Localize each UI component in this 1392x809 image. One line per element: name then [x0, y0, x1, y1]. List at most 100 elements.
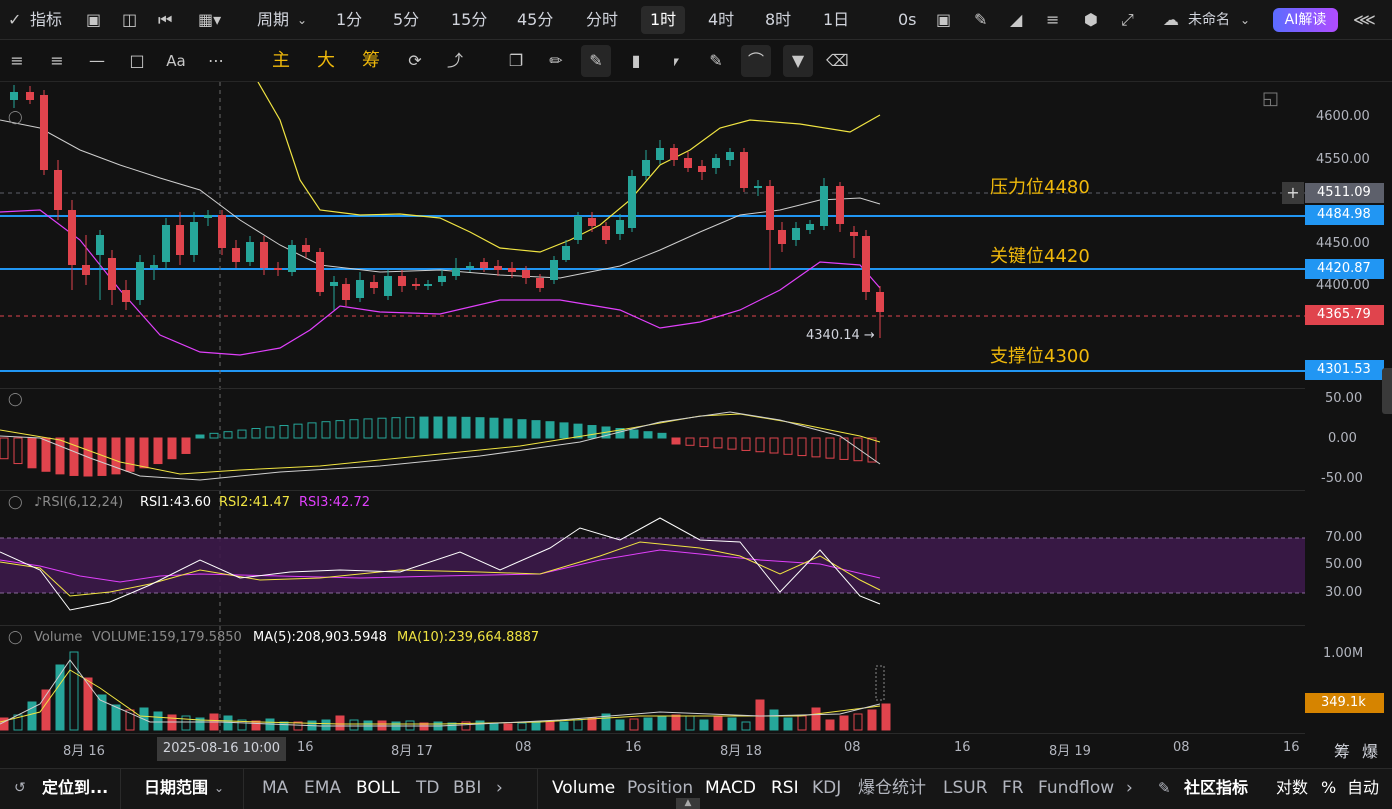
- tf-45m[interactable]: 45分: [517, 0, 553, 40]
- volume-bar: [671, 714, 681, 731]
- chevron-down-icon[interactable]: ⌄: [297, 0, 307, 40]
- edit-icon[interactable]: ✎: [705, 40, 727, 82]
- pencil-icon[interactable]: ✎: [974, 0, 987, 40]
- menu-icon[interactable]: ≡: [6, 40, 28, 82]
- key-level-annotation[interactable]: 关键位4420: [990, 242, 1090, 268]
- indicator-boll[interactable]: BOLL: [356, 769, 400, 809]
- ruler-icon[interactable]: ✏: [545, 40, 567, 82]
- indicators-button[interactable]: 指标: [30, 0, 62, 40]
- panel-collapse-handle[interactable]: ▲: [676, 798, 700, 809]
- locate-button[interactable]: 定位到...: [42, 769, 108, 809]
- indicator-ma[interactable]: MA: [262, 769, 288, 809]
- tf-4h[interactable]: 4时: [708, 0, 734, 40]
- collapse-icon[interactable]: ◯: [8, 392, 23, 407]
- trash-icon[interactable]: ⌫: [826, 40, 849, 82]
- candle-type-icon[interactable]: ▦▾: [198, 0, 221, 40]
- more-icon[interactable]: ⋯: [204, 40, 228, 82]
- locate-icon[interactable]: ↺: [14, 769, 26, 809]
- chevron-down-icon[interactable]: ⌄: [214, 769, 224, 809]
- lock-icon[interactable]: ⎖: [665, 40, 687, 82]
- fullscreen-icon[interactable]: ⤢: [1121, 0, 1134, 40]
- tf-timeshare[interactable]: 分时: [586, 0, 618, 40]
- sub-rsi[interactable]: RSI: [771, 769, 799, 809]
- chevron-down-icon[interactable]: ⌄: [1240, 0, 1250, 40]
- collapse-icon[interactable]: ◯: [8, 495, 23, 510]
- big-order-toggle[interactable]: 大: [315, 40, 337, 82]
- candle-body: [508, 268, 516, 272]
- edit-icon[interactable]: ✎: [1158, 769, 1171, 809]
- chevron-right-icon[interactable]: ›: [1126, 769, 1133, 809]
- indicator-ema[interactable]: EMA: [304, 769, 341, 809]
- sub-fr[interactable]: FR: [1002, 769, 1024, 809]
- filter-icon[interactable]: ▼: [783, 45, 813, 77]
- support-price-tag[interactable]: 4301.53: [1305, 360, 1384, 380]
- sub-kdj[interactable]: KDJ: [812, 769, 841, 809]
- bars-icon[interactable]: ▮: [625, 40, 647, 82]
- pane-separator[interactable]: [0, 490, 1305, 491]
- candle-body: [712, 158, 720, 168]
- ai-interpret-button[interactable]: AI解读: [1273, 8, 1338, 32]
- liquidation-toggle[interactable]: 爆: [1362, 738, 1378, 762]
- settings-icon[interactable]: ⬢: [1084, 0, 1098, 40]
- sub-macd[interactable]: MACD: [705, 769, 756, 809]
- cloud-icon[interactable]: ☁: [1163, 0, 1179, 40]
- volume-bar: [335, 715, 345, 731]
- tf-8h[interactable]: 8时: [765, 0, 791, 40]
- tf-1d[interactable]: 1日: [823, 0, 849, 40]
- tf-1m[interactable]: 1分: [336, 0, 362, 40]
- chip-distribution-toggle[interactable]: 筹: [1334, 738, 1350, 762]
- sub-fundflow[interactable]: Fundflow: [1038, 769, 1114, 809]
- tf-5m[interactable]: 5分: [393, 0, 419, 40]
- resistance-annotation[interactable]: 压力位4480: [990, 173, 1090, 199]
- tf-15m[interactable]: 15分: [451, 0, 487, 40]
- crop-icon[interactable]: ◢: [1010, 0, 1022, 40]
- x-axis-label: 8月 17: [391, 744, 433, 759]
- chart-canvas[interactable]: [0, 82, 1305, 768]
- indicator-td[interactable]: TD: [416, 769, 439, 809]
- calendar-icon[interactable]: ▣: [86, 0, 101, 40]
- key-price-tag[interactable]: 4420.87: [1305, 259, 1384, 279]
- volume-value: VOLUME:159,179.5850: [92, 630, 242, 645]
- chevron-right-icon[interactable]: ›: [496, 769, 503, 809]
- add-alert-icon[interactable]: +: [1282, 182, 1304, 204]
- share-icon[interactable]: ⋘: [1353, 0, 1376, 40]
- collapse-icon[interactable]: ◯: [8, 110, 23, 125]
- sub-volume[interactable]: Volume: [552, 769, 615, 809]
- sub-lsur[interactable]: LSUR: [943, 769, 988, 809]
- period-dropdown[interactable]: 周期: [257, 0, 289, 40]
- log-scale-toggle[interactable]: 对数: [1276, 769, 1308, 809]
- replay-icon[interactable]: ⏮: [158, 0, 172, 40]
- magnet-icon[interactable]: ⌒: [741, 45, 771, 77]
- layout-icon[interactable]: ◫: [122, 0, 137, 40]
- resistance-price-tag[interactable]: 4484.98: [1305, 205, 1384, 225]
- trend-tool-icon[interactable]: ⤴: [444, 40, 466, 82]
- chip-toggle[interactable]: 筹: [360, 40, 382, 82]
- hlines-icon[interactable]: ≡: [46, 40, 68, 82]
- text-tool[interactable]: Aa: [163, 40, 189, 82]
- indicator-icon[interactable]: ✓: [8, 0, 21, 40]
- rectangle-icon[interactable]: □: [126, 40, 148, 82]
- draw-mode-icon[interactable]: ✎: [581, 45, 611, 77]
- candle-body: [562, 246, 570, 260]
- pane-separator[interactable]: [0, 388, 1305, 389]
- percent-scale-toggle[interactable]: %: [1321, 769, 1336, 809]
- sync-icon[interactable]: ⟳: [404, 40, 426, 82]
- auto-scale-toggle[interactable]: 自动: [1347, 769, 1379, 809]
- indicator-bbi[interactable]: BBI: [453, 769, 481, 809]
- side-panel-handle[interactable]: [1382, 368, 1392, 414]
- pane-separator[interactable]: [0, 625, 1305, 626]
- community-indicators-button[interactable]: 社区指标: [1184, 769, 1248, 809]
- support-annotation[interactable]: 支撑位4300: [990, 342, 1090, 368]
- expand-pane-icon[interactable]: ◱: [1262, 88, 1279, 109]
- tf-1h[interactable]: 1时: [641, 6, 686, 34]
- sub-liquidation[interactable]: 爆仓统计: [858, 769, 926, 809]
- copy-icon[interactable]: ❐: [505, 40, 527, 82]
- layout-name[interactable]: 未命名: [1188, 0, 1230, 40]
- date-range-dropdown[interactable]: 日期范围: [144, 769, 208, 809]
- hline-tool-icon[interactable]: —: [86, 40, 108, 82]
- list-icon[interactable]: ≡: [1046, 0, 1059, 40]
- collapse-icon[interactable]: ◯: [8, 630, 23, 645]
- camera-icon[interactable]: ▣: [936, 0, 951, 40]
- main-chart-toggle[interactable]: 主: [270, 40, 292, 82]
- x-axis-label: 8月 18: [720, 744, 762, 759]
